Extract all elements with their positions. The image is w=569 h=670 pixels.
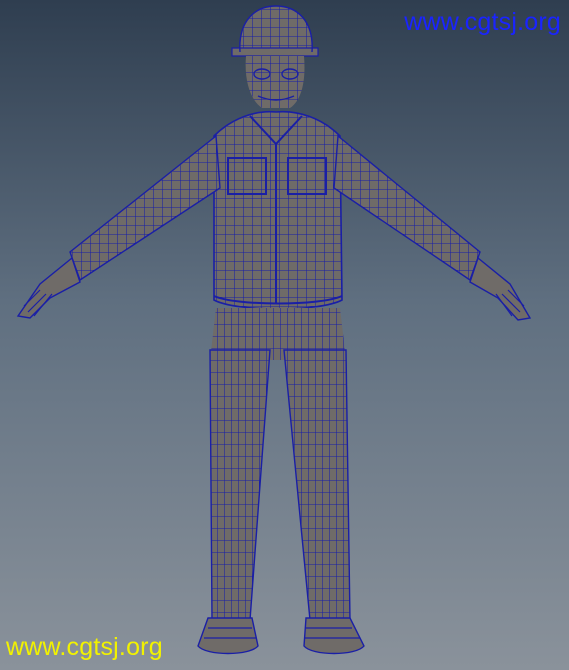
- jacket: [213, 110, 343, 310]
- left-arm: [16, 134, 221, 319]
- pants: [209, 308, 351, 621]
- helmet: [231, 5, 319, 57]
- head: [245, 56, 305, 108]
- 3d-viewport[interactable]: www.cgtsj.org www.cgtsj.org: [0, 0, 569, 670]
- watermark-top: www.cgtsj.org: [404, 8, 561, 36]
- character-wireframe-model[interactable]: [0, 0, 569, 670]
- watermark-bottom: www.cgtsj.org: [6, 633, 163, 661]
- right-arm: [333, 134, 532, 321]
- shoes: [197, 617, 365, 655]
